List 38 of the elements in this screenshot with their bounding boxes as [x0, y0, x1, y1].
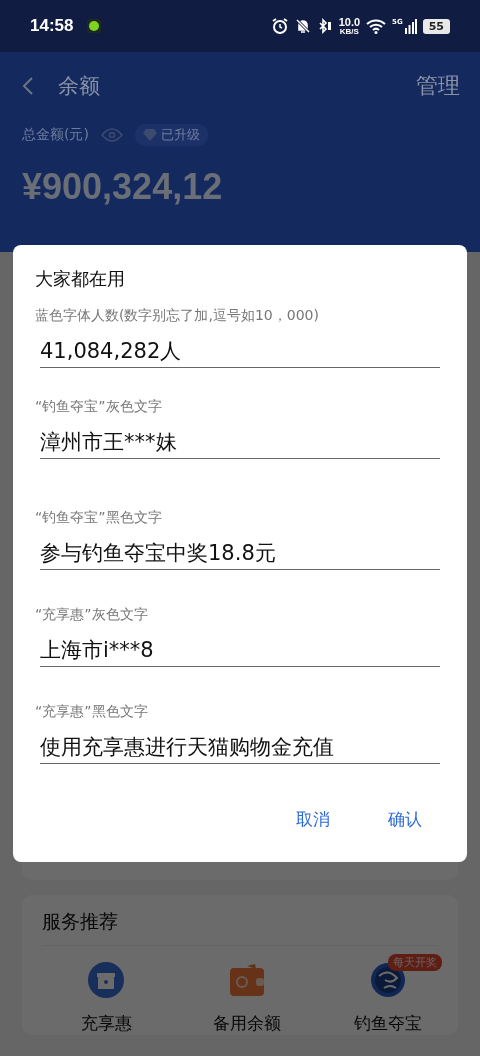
balance-amount: ¥900,324,12 — [22, 166, 224, 208]
battery-level: 55 — [422, 18, 450, 34]
input-field[interactable]: 参与钓鱼夺宝中奖18.8元 — [40, 541, 440, 570]
cancel-button[interactable]: 取消 — [296, 808, 330, 831]
manage-button[interactable]: 管理 — [416, 71, 460, 101]
promo-badge: 每天开奖 — [388, 954, 442, 971]
total-label: 总金额(元) — [22, 126, 89, 144]
muted-bell-icon — [294, 18, 311, 34]
input-field[interactable]: 使用充享惠进行天猫购物金充值 — [40, 735, 440, 764]
service-name[interactable]: 钓鱼夺宝 — [354, 1012, 422, 1035]
wallet-icon[interactable] — [229, 962, 265, 998]
back-icon[interactable] — [22, 76, 34, 96]
diamond-icon — [142, 129, 157, 141]
bluetooth-icon — [316, 18, 333, 34]
app-icon — [87, 19, 102, 33]
gift-icon[interactable] — [88, 962, 124, 998]
dialog-title: 大家都在用 — [35, 267, 126, 291]
field-label: “充享惠”黑色文字 — [35, 703, 149, 721]
clock-time: 14:58 — [30, 16, 74, 36]
badge-text: 已升级 — [160, 126, 200, 144]
input-field[interactable]: 漳州市王***妹 — [40, 430, 440, 459]
field-label: “充享惠”灰色文字 — [35, 606, 149, 624]
network-speed: 10.0 — [338, 16, 361, 28]
speed-unit: KB/S — [339, 27, 359, 36]
field-label: “钓鱼夺宝”黑色文字 — [35, 509, 163, 527]
input-field[interactable]: 上海市i***8 — [40, 638, 440, 667]
service-name[interactable]: 充享惠 — [80, 1012, 132, 1035]
field-label: 蓝色字体人数(数字别忘了加,逗号如10，000) — [35, 307, 320, 325]
field-label: “钓鱼夺宝”灰色文字 — [35, 398, 163, 416]
confirm-button[interactable]: 确认 — [388, 808, 422, 831]
input-field[interactable]: 41,084,282人 — [40, 339, 440, 368]
page-title: 余额 — [58, 73, 100, 100]
eye-icon[interactable] — [100, 128, 123, 142]
section-title: 服务推荐 — [42, 895, 438, 946]
wifi-icon — [366, 18, 387, 34]
alarm-icon — [270, 17, 289, 35]
signal-icon — [404, 18, 417, 34]
service-name[interactable]: 备用余额 — [213, 1012, 281, 1035]
